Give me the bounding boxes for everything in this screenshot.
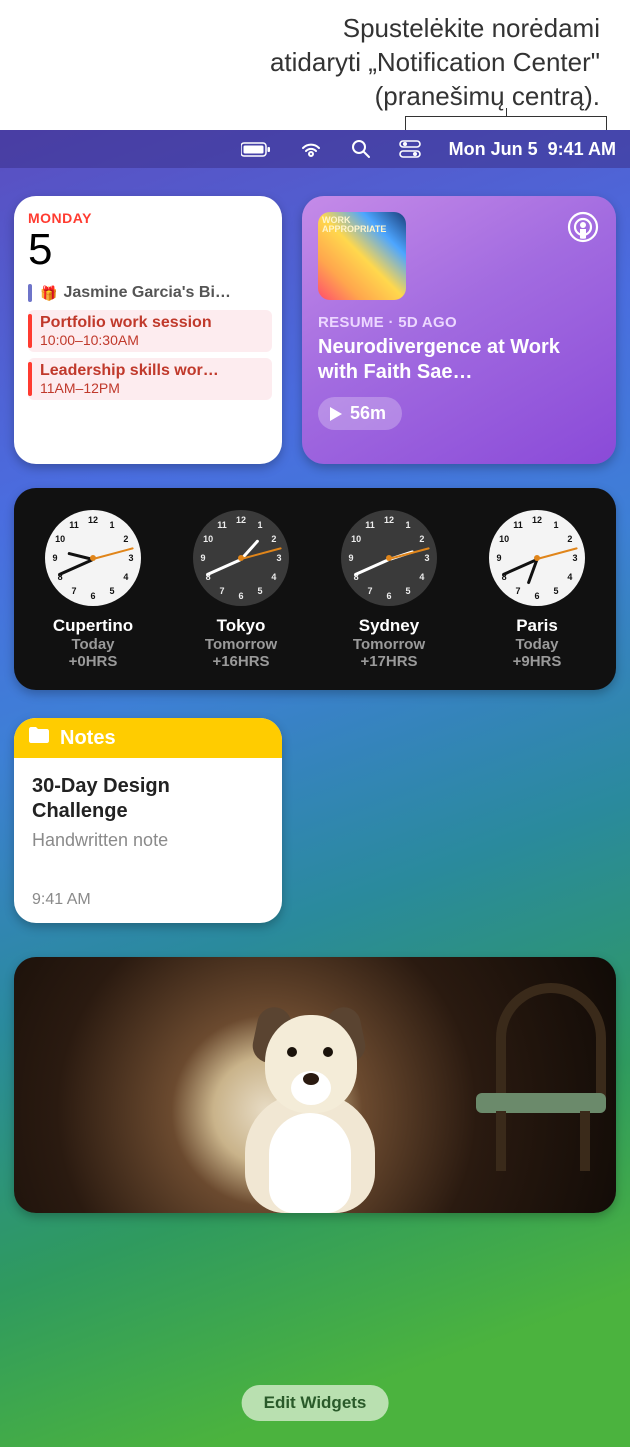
callout-line1: Spustelėkite norėdami bbox=[0, 12, 600, 46]
clock-face: 123456789101112 bbox=[193, 510, 289, 606]
calendar-day: 5 bbox=[28, 228, 282, 272]
callout-line2: atidaryti „Notification Center" bbox=[0, 46, 600, 80]
note-title: 30-Day Design Challenge bbox=[32, 774, 264, 824]
birthday-icon: 🎁 bbox=[40, 285, 57, 302]
desktop: Mon Jun 5 9:41 AM MONDAY 5 🎁 Jasmine Gar… bbox=[0, 130, 630, 1447]
menubar-time: 9:41 AM bbox=[548, 139, 616, 160]
photo-chair bbox=[476, 983, 606, 1183]
notes-app-label: Notes bbox=[60, 727, 116, 750]
clock-offset: +16HRS bbox=[178, 653, 304, 670]
note-time: 9:41 AM bbox=[32, 891, 264, 909]
menubar: Mon Jun 5 9:41 AM bbox=[0, 130, 630, 168]
podcast-duration: 56m bbox=[350, 403, 386, 424]
clock-day: Tomorrow bbox=[326, 636, 452, 653]
world-clock-tokyo: 123456789101112 TokyoTomorrow+16HRS bbox=[178, 510, 304, 670]
spotlight-icon[interactable] bbox=[351, 139, 371, 159]
clock-day: Tomorrow bbox=[178, 636, 304, 653]
clock-day: Today bbox=[474, 636, 600, 653]
edit-widgets-button[interactable]: Edit Widgets bbox=[242, 1385, 389, 1421]
calendar-event[interactable]: Portfolio work session10:00–10:30AM bbox=[28, 310, 272, 352]
calendar-event[interactable]: 🎁 Jasmine Garcia's Bi… bbox=[28, 282, 272, 304]
world-clock-paris: 123456789101112 ParisToday+9HRS bbox=[474, 510, 600, 670]
notes-widget[interactable]: Notes 30-Day Design Challenge Handwritte… bbox=[14, 718, 282, 923]
clock-city: Paris bbox=[474, 616, 600, 636]
podcast-title: Neurodivergence at Work with Faith Sae… bbox=[318, 335, 600, 385]
calendar-event[interactable]: Leadership skills wor…11AM–12PM bbox=[28, 358, 272, 400]
event-color-bar bbox=[28, 314, 32, 348]
clock-day: Today bbox=[30, 636, 156, 653]
calendar-widget[interactable]: MONDAY 5 🎁 Jasmine Garcia's Bi… Portfolio… bbox=[14, 196, 282, 464]
folder-icon bbox=[28, 726, 50, 750]
callout-stem bbox=[506, 108, 507, 116]
event-title: 🎁 Jasmine Garcia's Bi… bbox=[40, 284, 266, 302]
podcast-meta: RESUME · 5D AGO bbox=[318, 314, 600, 331]
clock-offset: +0HRS bbox=[30, 653, 156, 670]
clock-face: 123456789101112 bbox=[489, 510, 585, 606]
clock-face: 123456789101112 bbox=[341, 510, 437, 606]
menubar-datetime[interactable]: Mon Jun 5 9:41 AM bbox=[449, 139, 616, 160]
photos-widget[interactable] bbox=[14, 957, 616, 1213]
podcast-play-button[interactable]: 56m bbox=[318, 397, 402, 430]
note-subtitle: Handwritten note bbox=[32, 830, 264, 851]
play-icon bbox=[330, 407, 342, 421]
podcast-artwork bbox=[318, 212, 406, 300]
clock-offset: +17HRS bbox=[326, 653, 452, 670]
wifi-icon[interactable] bbox=[299, 140, 323, 158]
podcasts-app-icon bbox=[566, 210, 600, 244]
battery-icon[interactable] bbox=[241, 142, 271, 157]
event-time: 11AM–12PM bbox=[40, 380, 266, 396]
clock-city: Tokyo bbox=[178, 616, 304, 636]
clock-city: Sydney bbox=[326, 616, 452, 636]
control-center-icon[interactable] bbox=[399, 140, 421, 158]
clock-city: Cupertino bbox=[30, 616, 156, 636]
world-clock-sydney: 123456789101112 SydneyTomorrow+17HRS bbox=[326, 510, 452, 670]
event-color-bar bbox=[28, 284, 32, 302]
event-title: Portfolio work session bbox=[40, 314, 266, 332]
calendar-events: 🎁 Jasmine Garcia's Bi… Portfolio work ses… bbox=[28, 282, 282, 400]
event-time: 10:00–10:30AM bbox=[40, 332, 266, 348]
menubar-date: Mon Jun 5 bbox=[449, 139, 538, 160]
clock-face: 123456789101112 bbox=[45, 510, 141, 606]
event-color-bar bbox=[28, 362, 32, 396]
world-clock-widget[interactable]: 123456789101112CupertinoToday+0HRS123456… bbox=[14, 488, 616, 690]
callout-text: Spustelėkite norėdami atidaryti „Notific… bbox=[0, 0, 630, 113]
notification-center: MONDAY 5 🎁 Jasmine Garcia's Bi… Portfolio… bbox=[0, 186, 630, 1447]
event-title: Leadership skills wor… bbox=[40, 362, 266, 380]
callout-line3: (pranešimų centrą). bbox=[0, 80, 600, 114]
notes-header: Notes bbox=[14, 718, 282, 758]
world-clock-cupertino: 123456789101112 CupertinoToday+0HRS bbox=[30, 510, 156, 670]
calendar-dow: MONDAY bbox=[28, 210, 282, 226]
photo-dog bbox=[225, 1003, 395, 1213]
clock-offset: +9HRS bbox=[474, 653, 600, 670]
podcast-widget[interactable]: RESUME · 5D AGO Neurodivergence at Work … bbox=[302, 196, 616, 464]
